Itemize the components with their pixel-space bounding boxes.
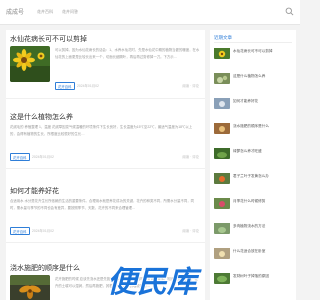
sidebar-item-title[interactable]: 发财树叶子掉落的原因 [233,274,269,279]
sidebar-item[interactable]: 什么花适合放在卧室 [214,247,292,271]
sidebar-item-title[interactable]: 月季花什么时候修剪 [233,199,265,204]
divider [6,242,205,243]
sidebar-thumbnail[interactable] [214,222,230,234]
divider [6,168,205,169]
article-tag[interactable]: 花卉百科 [10,227,30,235]
article-title[interactable]: 如何才能养好花 [10,186,201,196]
sidebar-item-title[interactable]: 水仙花病长可不可以剪掉 [233,49,273,54]
sidebar-thumbnail[interactable] [214,97,230,109]
sidebar-item[interactable]: 发财树叶子掉落的原因 [214,272,292,296]
article-item[interactable]: 如何才能养好花 合适用水 水分是花卉生长所依赖的生活的重要条件。合理用水就是养花… [10,186,201,236]
sidebar-item[interactable]: 如何才能养好花 [214,97,292,121]
sidebar-item[interactable]: 君子兰叶子发黄怎么办 [214,172,292,196]
views-label: 阅读 [182,84,190,88]
article-item[interactable]: 水仙花病长可不可以剪掉 可以剪掉。因为水仙花病长的话会：1、水养水仙花时，先是水… [10,34,201,94]
nav-item-flower-encyclopedia[interactable]: 花卉百科 [37,9,53,15]
views-label: 阅读 [182,229,190,233]
comments-label: 评论 [192,155,199,159]
sidebar-item[interactable]: 绿萝怎么养才旺盛 [214,147,292,171]
sidebar-thumbnail[interactable] [214,72,230,84]
sidebar-thumbnail[interactable] [214,147,230,159]
sidebar-item-title[interactable]: 多肉植物浇水的方法 [233,224,265,229]
article-title[interactable]: 这是什么植物怎么养 [10,112,201,122]
search-icon[interactable] [285,7,294,16]
divider [6,98,205,99]
article-list: 水仙花病长可不可以剪掉 可以剪掉。因为水仙花病长的话会：1、水养水仙花时，先是水… [6,30,205,300]
sidebar-thumbnail[interactable] [214,122,230,134]
article-item[interactable]: 这是什么植物怎么养 花绒毛的 养殖整理 1、温度 花绒草因变气候温暖的环境条件下… [10,112,201,162]
top-bar: 成成号 花卉百科 花卉问答 [0,0,300,25]
comments-label: 评论 [192,229,199,233]
sidebar-item[interactable]: 这是什么植物怎么养 [214,72,292,96]
nav-item-flower-qa[interactable]: 花卉问答 [62,9,78,15]
watermark-logo: 便民库 [106,265,203,300]
sidebar-thumbnail[interactable] [214,47,230,59]
sidebar-item[interactable]: 水仙花病长可不可以剪掉 [214,47,292,71]
sidebar-item-title[interactable]: 浇水施肥的顺序是什么 [233,124,269,129]
comments-label: 评论 [192,84,199,88]
sidebar-heading: 近期文章 [214,35,232,40]
sidebar-item-title[interactable]: 绿萝怎么养才旺盛 [233,149,262,154]
svg-text:便民库: 便民库 [107,266,202,299]
sidebar-divider [214,42,292,43]
sidebar-item-title[interactable]: 什么花适合放在卧室 [233,249,265,254]
sidebar-thumbnail[interactable] [214,197,230,209]
article-thumbnail[interactable] [10,46,50,82]
sidebar: 近期文章 水仙花病长可不可以剪掉 这是什么植物怎么养 如何才能养好花 浇水施肥的… [210,30,296,300]
article-date: 2024年01月02 [77,84,99,88]
site-logo[interactable]: 成成号 [6,7,24,16]
article-excerpt: 合适用水 水分是花卉生长所依赖的生活的重要条件。合理用水就是养花成功的关键，花卉… [10,199,195,210]
article-excerpt: 花绒毛的 养殖整理 1、温度 花绒草因变气候温暖的环境条件下生长良好，生长温度为… [10,125,193,136]
sidebar-item[interactable]: 月季花什么时候修剪 [214,197,292,221]
views-label: 阅读 [182,155,190,159]
article-date: 2024年01月02 [32,229,54,233]
article-tag[interactable]: 花卉百科 [55,82,75,90]
article-date: 2024年01月02 [32,155,54,159]
sidebar-thumbnail[interactable] [214,172,230,184]
article-meta: 阅读 · 评论 [182,155,199,159]
sidebar-item[interactable]: 多肉植物浇水的方法 [214,222,292,246]
article-tag[interactable]: 花卉百科 [10,153,30,161]
sidebar-item-title[interactable]: 君子兰叶子发黄怎么办 [233,174,269,179]
article-thumbnail[interactable] [10,275,50,300]
article-meta: 阅读 · 评论 [182,84,199,88]
sidebar-item[interactable]: 浇水施肥的顺序是什么 [214,122,292,146]
sidebar-thumbnail[interactable] [214,247,230,259]
article-title[interactable]: 水仙花病长可不可以剪掉 [10,34,201,44]
sidebar-item-title[interactable]: 如何才能养好花 [233,99,258,104]
sidebar-item-title[interactable]: 这是什么植物怎么养 [233,74,265,79]
article-meta: 阅读 · 评论 [182,229,199,233]
article-excerpt: 可以剪掉。因为水仙花病长的话会：1、水养水仙花时，先是水仙花中期的植物当健的暖度… [55,48,200,59]
